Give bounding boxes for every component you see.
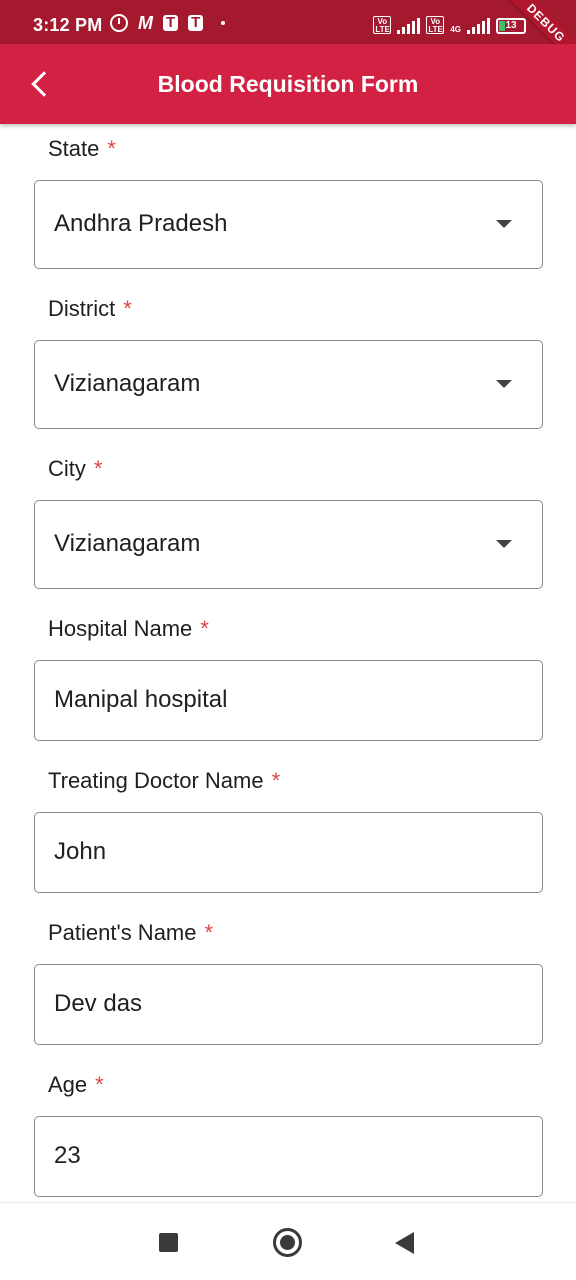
screen: 3:12 PM M T T Vo LTE Vo LTE 4G 13 DEBUG … <box>0 0 576 1280</box>
city-label: City * <box>48 456 102 482</box>
district-dropdown[interactable]: Vizianagaram <box>34 340 543 429</box>
state-label: State * <box>48 136 116 162</box>
required-mark: * <box>271 768 281 793</box>
patient-name-input[interactable]: Dev das <box>34 964 543 1045</box>
teams-icon: T <box>188 15 204 31</box>
doctor-name-value: John <box>54 838 107 865</box>
status-right-icons: Vo LTE Vo LTE 4G 13 <box>373 16 526 34</box>
doctor-name-input[interactable]: John <box>34 812 543 893</box>
dropdown-arrow-icon <box>496 220 512 228</box>
recents-icon[interactable] <box>159 1233 178 1252</box>
district-label-text: District <box>48 296 116 321</box>
required-mark: * <box>204 920 214 945</box>
back-icon[interactable] <box>395 1232 414 1254</box>
hospital-name-label-text: Hospital Name <box>48 616 193 641</box>
city-label-text: City <box>48 456 86 481</box>
required-mark: * <box>123 296 132 321</box>
requisition-form: State * Andhra Pradesh District * Vizianag… <box>0 124 576 1202</box>
page-title: Blood Requisition Form <box>157 71 419 97</box>
system-nav-bar <box>0 1202 576 1280</box>
patient-name-label: Patient's Name * <box>48 920 213 946</box>
age-label: Age * <box>48 1072 104 1098</box>
dropdown-arrow-icon <box>496 380 512 388</box>
age-value: 23 <box>54 1142 81 1169</box>
status-bar: 3:12 PM M T T Vo LTE Vo LTE 4G 13 DEBUG <box>0 0 576 72</box>
volte-icon: Vo LTE <box>373 16 392 34</box>
hospital-name-value: Manipal hospital <box>54 686 228 713</box>
state-value: Andhra Pradesh <box>54 210 228 237</box>
doctor-name-label-text: Treating Doctor Name <box>48 768 264 793</box>
required-mark: * <box>95 1072 104 1097</box>
state-label-text: State <box>48 136 100 161</box>
district-value: Vizianagaram <box>54 370 201 397</box>
signal-icon <box>397 18 421 34</box>
battery-icon: 13 <box>496 18 526 34</box>
teams-icon: T <box>163 15 179 31</box>
required-mark: * <box>93 456 103 481</box>
dropdown-arrow-icon <box>496 540 512 548</box>
battery-level: 13 <box>505 20 517 31</box>
city-value: Vizianagaram <box>54 530 201 557</box>
m-app-icon: M <box>138 13 153 33</box>
dot-icon <box>221 21 226 25</box>
hospital-name-label: Hospital Name * <box>48 616 209 642</box>
patient-name-value: Dev das <box>54 990 143 1017</box>
age-label-text: Age <box>48 1072 88 1097</box>
signal-icon <box>467 18 490 34</box>
status-left-icons: M T T <box>110 13 226 33</box>
doctor-name-label: Treating Doctor Name * <box>48 768 280 794</box>
volte-icon: Vo LTE <box>426 16 445 34</box>
network-type: 4G <box>450 25 461 34</box>
required-mark: * <box>107 136 116 161</box>
age-input[interactable]: 23 <box>34 1116 543 1197</box>
home-icon[interactable] <box>273 1228 302 1257</box>
status-time: 3:12 PM <box>33 15 103 35</box>
city-dropdown[interactable]: Vizianagaram <box>34 500 543 589</box>
alarm-icon <box>110 14 128 32</box>
state-dropdown[interactable]: Andhra Pradesh <box>34 180 543 269</box>
patient-name-label-text: Patient's Name <box>48 920 197 945</box>
required-mark: * <box>200 616 209 641</box>
district-label: District * <box>48 296 132 322</box>
hospital-name-input[interactable]: Manipal hospital <box>34 660 543 741</box>
app-bar: Blood Requisition Form <box>0 44 576 124</box>
